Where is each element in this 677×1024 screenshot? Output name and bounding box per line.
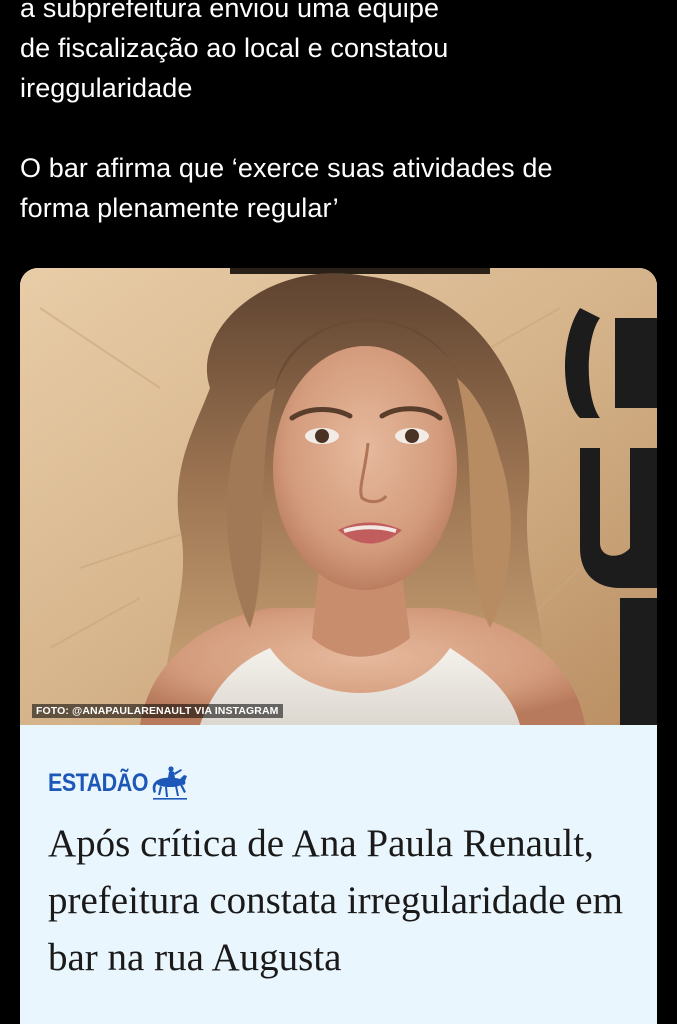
article-photo[interactable]: FOTO: @ANAPAULARENAULT VIA INSTAGRAM — [20, 268, 657, 725]
link-preview-card[interactable]: FOTO: @ANAPAULARENAULT VIA INSTAGRAM EST… — [20, 268, 657, 1024]
horse-rider-icon — [152, 766, 188, 800]
tweet-paragraph-1: a subprefeitura enviou uma equipe de fis… — [20, 0, 449, 103]
source-brand: ESTADÃO — [48, 763, 657, 803]
photo-credit: FOTO: @ANAPAULARENAULT VIA INSTAGRAM — [32, 704, 283, 718]
tweet-text: a subprefeitura enviou uma equipe de fis… — [20, 0, 660, 228]
tweet-paragraph-2: O bar afirma que ‘exerce suas atividades… — [20, 153, 553, 223]
article-headline[interactable]: Após crítica de Ana Paula Renault, prefe… — [48, 815, 648, 986]
portrait-image — [20, 268, 657, 725]
source-name: ESTADÃO — [48, 768, 148, 797]
article-info[interactable]: ESTADÃO Após crítica de Ana Paula Renaul… — [20, 725, 657, 986]
